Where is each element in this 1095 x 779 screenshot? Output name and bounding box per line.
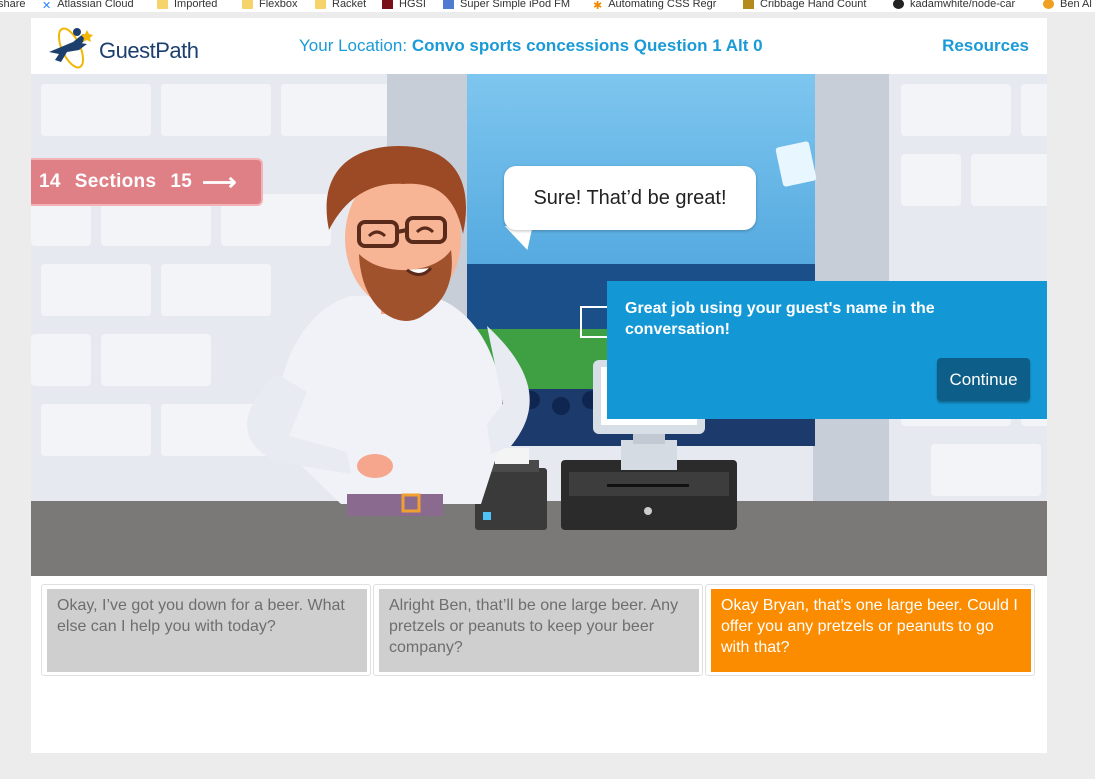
answer-option-1[interactable]: Okay, I’ve got you down for a beer. What…: [41, 584, 371, 676]
bookmark-label: Atlassian Cloud: [57, 0, 134, 10]
sections-label: Sections: [74, 171, 157, 192]
bookmark-label: HGSI: [399, 0, 426, 10]
atlassian-icon: ✕: [42, 0, 52, 12]
bookmark-atlassian[interactable]: ✕ Atlassian Cloud: [42, 0, 134, 12]
bookmark-label: Flexbox: [259, 0, 298, 10]
answer-option-2[interactable]: Alright Ben, that’ll be one large beer. …: [373, 584, 703, 676]
logo-text: GuestPath: [99, 38, 199, 63]
bookmark-hgsi[interactable]: HGSI: [382, 0, 426, 11]
guestpath-logo[interactable]: GuestPath: [43, 24, 203, 70]
bookmark-racket[interactable]: Racket: [315, 0, 366, 11]
resources-link[interactable]: Resources: [942, 36, 1029, 56]
bookmark-label: Super Simple iPod FM: [460, 0, 571, 10]
folder-icon: [315, 0, 326, 10]
bookmark-label: Cribbage Hand Count: [760, 0, 867, 10]
answer-options: Okay, I’ve got you down for a beer. What…: [41, 584, 1037, 676]
github-icon: [893, 0, 904, 10]
bookmark-label: kadamwhite/node-car: [910, 0, 1016, 10]
folder-icon: [242, 0, 253, 10]
sections-nav-button[interactable]: 14 Sections 15 ⟶: [31, 158, 263, 206]
location-label: Your Location:: [299, 36, 408, 55]
scene-illustration: 14 Sections 15 ⟶ Sure! That’d be great! …: [31, 74, 1047, 576]
bookmark-flexbox[interactable]: Flexbox: [242, 0, 298, 11]
m-icon: [443, 0, 454, 10]
speech-bubble: Sure! That’d be great!: [504, 166, 756, 230]
cribbage-icon: [743, 0, 754, 10]
feedback-panel: Great job using your guest's name in the…: [607, 281, 1047, 419]
answer-text[interactable]: Okay, I’ve got you down for a beer. What…: [47, 589, 367, 672]
answer-text[interactable]: Okay Bryan, that’s one large beer. Could…: [711, 589, 1031, 672]
bookmark-imported[interactable]: Imported: [157, 0, 217, 11]
location-title: Your Location: Convo sports concessions …: [299, 36, 763, 56]
header: GuestPath Your Location: Convo sports co…: [31, 18, 1047, 74]
folder-icon: [157, 0, 168, 10]
bookmark-css[interactable]: ✱ Automating CSS Regr: [593, 0, 717, 12]
bookmark-label: Imported: [174, 0, 218, 10]
orange-icon: [1043, 0, 1054, 10]
answer-text[interactable]: Alright Ben, that’ll be one large beer. …: [379, 589, 699, 672]
arrow-right-icon: ⟶: [202, 168, 237, 196]
runner-logo-icon: [49, 27, 93, 69]
app-frame: GuestPath Your Location: Convo sports co…: [31, 18, 1047, 753]
bookmark-label: Automating CSS Regr: [608, 0, 717, 10]
bookmark-label: share: [0, 0, 26, 10]
sections-next-number: 15: [170, 171, 193, 192]
feedback-message: Great job using your guest's name in the…: [625, 300, 935, 338]
sections-prev-number: 14: [39, 171, 61, 192]
bookmark-share[interactable]: share: [0, 0, 26, 11]
bookmark-cribbage[interactable]: Cribbage Hand Count: [743, 0, 866, 11]
asterisk-icon: ✱: [593, 0, 603, 12]
bookmarks-bar: share ✕ Atlassian Cloud Imported Flexbox …: [0, 0, 1095, 12]
bookmark-label: Ben Al: [1060, 0, 1092, 10]
answer-option-3-selected[interactable]: Okay Bryan, that’s one large beer. Could…: [705, 584, 1035, 676]
bookmark-ipod[interactable]: Super Simple iPod FM: [443, 0, 570, 11]
location-value: Convo sports concessions Question 1 Alt …: [411, 36, 763, 55]
continue-button[interactable]: Continue: [937, 358, 1030, 401]
bookmark-github[interactable]: kadamwhite/node-car: [893, 0, 1015, 11]
bookmark-label: Racket: [332, 0, 367, 10]
bookmark-ben[interactable]: Ben Al: [1043, 0, 1092, 11]
hgsi-icon: [382, 0, 393, 10]
